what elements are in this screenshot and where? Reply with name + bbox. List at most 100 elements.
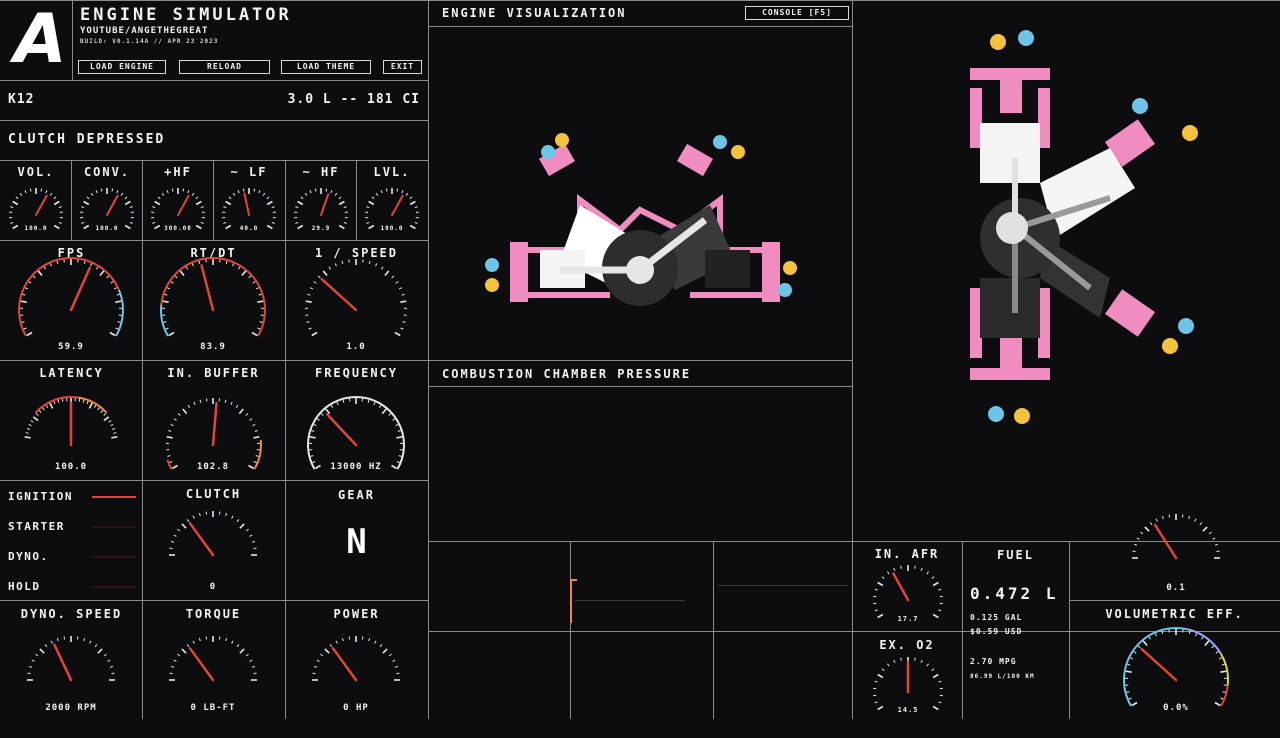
audio-gauge-0-dial [2, 181, 70, 249]
audio-gauge-1-dial [73, 181, 141, 249]
perf-gauge-0-tick [21, 301, 27, 302]
perf-gauge-2-tick [392, 276, 394, 278]
ex-o2-gauge-dial [866, 650, 950, 734]
output-gauge-2-label: POWER [285, 607, 428, 621]
timing-gauge-2-tick [392, 419, 394, 421]
clutch-gauge-value: 0 [163, 582, 263, 592]
timing-gauge-0-tick [112, 428, 115, 429]
timing-gauge-1-dial [159, 391, 267, 499]
aux-gauge-dial [1125, 507, 1227, 609]
perf-gauge-1-tick [233, 263, 234, 266]
audio-gauge-3-needle [244, 193, 249, 215]
perf-gauge-2-tick [403, 322, 406, 323]
perf-gauge-0-needle [71, 268, 90, 310]
output-gauge-2-tick [314, 666, 317, 667]
load-theme-button[interactable]: LOAD THEME [281, 60, 371, 74]
ex-o2-gauge-tick [938, 702, 941, 703]
output-gauge-2-tick [383, 649, 387, 653]
audio-gauge-5-tick [369, 202, 374, 205]
timing-gauge-1-tick [255, 430, 258, 431]
console-button[interactable]: CONSOLE [F5] [745, 6, 849, 20]
exit-button[interactable]: EXIT [383, 60, 422, 74]
audio-gauge-1-tick [117, 190, 118, 193]
timing-gauge-1-tick [194, 402, 195, 405]
volumetric-eff-gauge-tick [1138, 646, 1140, 648]
output-gauge-2-tick [393, 660, 396, 661]
audio-gauge-1-needle [107, 196, 118, 215]
audio-gauge-2-dial [144, 181, 212, 249]
audio-gauge-4-tick [331, 190, 332, 193]
audio-gauge-0-tick [41, 189, 42, 192]
afr-gauge-needle [894, 574, 908, 600]
output-gauge-0-tick [57, 638, 58, 641]
perf-gauge-0-tick [100, 271, 104, 276]
output-gauge-1-tick [232, 641, 233, 644]
audio-gauge-2-tick [155, 202, 160, 205]
indicator-starter-light [92, 526, 136, 528]
output-gauge-2-needle [333, 648, 356, 680]
engine-visualization-title: ENGINE VISUALIZATION [442, 6, 627, 20]
app-logo: A [14, 6, 60, 74]
timing-gauge-1-tick [239, 409, 243, 414]
perf-gauge-0-tick [27, 333, 32, 336]
radial-engine-visual [960, 28, 1210, 428]
clutch-gauge-tick [171, 541, 174, 542]
audio-gauge-1-tick [101, 189, 102, 192]
output-gauge-0-tick [29, 666, 32, 667]
clutch-gauge-tick [193, 516, 194, 519]
output-gauge-0-tick [104, 654, 106, 656]
audio-gauge-2-tick [167, 190, 168, 193]
output-gauge-1-dial [162, 629, 264, 731]
audio-gauge-2-tick [152, 222, 155, 223]
perf-gauge-0-tick [84, 261, 85, 264]
timing-gauge-0-tick [109, 421, 112, 423]
audio-gauge-0-tick [46, 190, 47, 193]
perf-gauge-1-tick [260, 322, 263, 323]
audio-gauge-5-needle [392, 196, 403, 215]
audio-gauge-4-tick [295, 207, 298, 208]
volumetric-eff-gauge-tick [1223, 692, 1226, 693]
output-gauge-0-tick [35, 654, 37, 656]
volumetric-eff-gauge-tick [1205, 641, 1209, 646]
perf-gauge-1-tick [171, 281, 173, 283]
audio-gauge-0-tick [10, 222, 13, 223]
ex-o2-gauge-value: 14.5 [858, 706, 958, 714]
timing-gauge-0-tick [58, 400, 59, 403]
audio-gauge-3-tick [223, 222, 226, 223]
output-gauge-0-tick [84, 638, 85, 641]
output-gauge-1-label: TORQUE [142, 607, 285, 621]
timing-gauge-0-tick [94, 405, 96, 408]
perf-gauge-2-tick [396, 281, 398, 283]
audio-gauge-4-tick [326, 189, 327, 192]
aux-gauge-tick [1162, 516, 1163, 519]
audio-gauge-0-needle [36, 196, 47, 215]
timing-gauge-2-dial [302, 391, 410, 499]
timing-gauge-1-tick [246, 414, 248, 416]
audio-gauge-4-dial [287, 181, 355, 249]
aux-gauge-tick [1209, 532, 1211, 534]
perf-gauge-2-tick [402, 294, 405, 295]
app-author: YOUTUBE/ANGETHEGREAT [80, 26, 208, 36]
output-gauge-0-tick [90, 641, 91, 644]
timing-gauge-2-label: FREQUENCY [285, 366, 428, 380]
timing-gauge-0-tick [87, 401, 88, 404]
audio-gauge-5-tick [397, 189, 398, 192]
load-engine-button[interactable]: LOAD ENGINE [78, 60, 166, 74]
indicator-ignition-label: IGNITION [8, 490, 73, 503]
volumetric-eff-gauge-tick [1216, 651, 1218, 653]
audio-gauge-3-tick [267, 202, 272, 205]
ex-o2-gauge-tick [878, 675, 883, 678]
audio-gauge-4-tick [295, 222, 298, 223]
audio-gauge-4-tick [315, 189, 316, 192]
reload-button[interactable]: RELOAD [179, 60, 270, 74]
timing-gauge-1-tick [249, 419, 251, 421]
perf-gauge-0-tick [110, 333, 115, 336]
perf-gauge-1-tick [257, 301, 263, 302]
clutch-gauge-tick [174, 535, 177, 536]
perf-gauge-1-tick [252, 333, 257, 336]
timing-gauge-1-tick [178, 414, 180, 416]
audio-gauge-5-tick [415, 222, 418, 223]
perf-gauge-1-tick [242, 271, 246, 276]
indicator-hold-light [92, 586, 136, 588]
perf-gauge-0-tick [118, 322, 121, 323]
